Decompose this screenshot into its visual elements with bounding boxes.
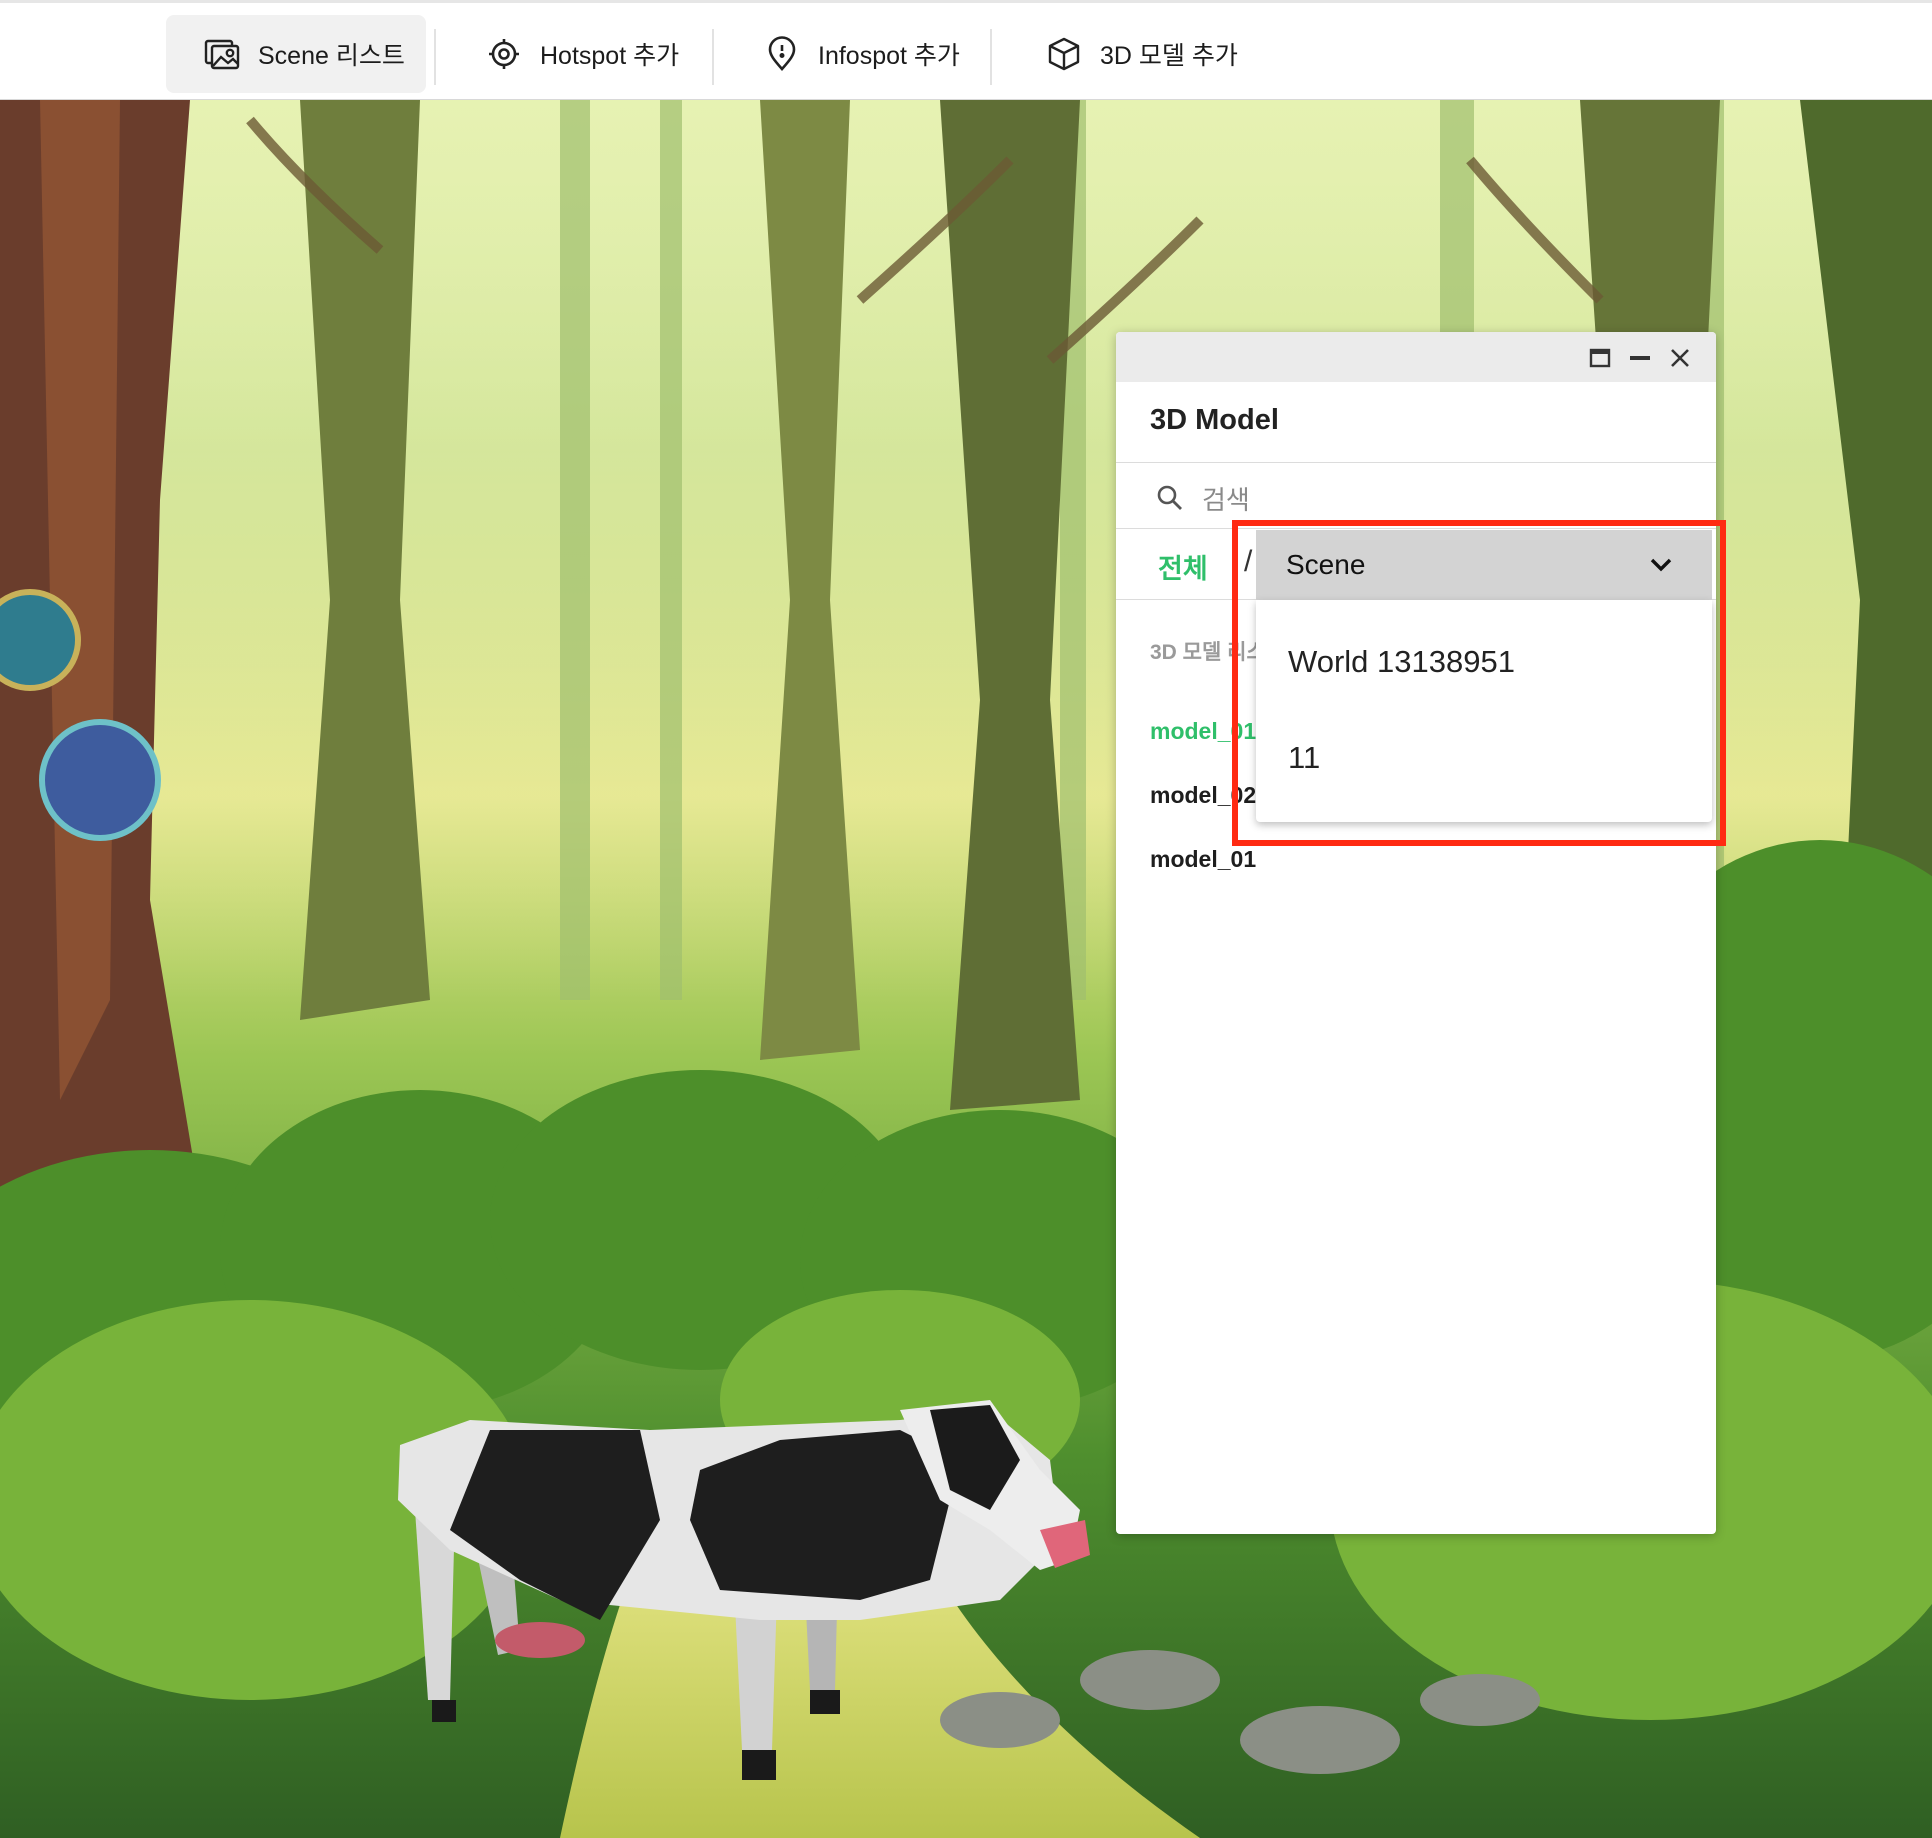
3d-model-panel: 3D Model 전체 / 3D 모델 리스트 model_01 model_0… xyxy=(1116,332,1716,1534)
minimize-icon[interactable] xyxy=(1626,344,1654,372)
scene-select[interactable]: Scene xyxy=(1256,530,1712,600)
list-item[interactable]: model_02 xyxy=(1150,782,1256,809)
scene-select-value: Scene xyxy=(1286,549,1366,580)
filter-all-link[interactable]: 전체 xyxy=(1158,547,1208,586)
breadcrumb-separator: / xyxy=(1244,545,1253,578)
toolbar-divider xyxy=(712,29,714,85)
tab-label: Infospot 추가 xyxy=(818,42,960,70)
panel-title: 3D Model xyxy=(1150,404,1279,436)
close-icon[interactable] xyxy=(1666,344,1694,372)
tab-label: Scene 리스트 xyxy=(258,42,405,70)
cube-icon xyxy=(1044,34,1084,74)
list-item[interactable]: model_01 xyxy=(1150,718,1256,745)
tab-scene-list[interactable]: Scene 리스트 xyxy=(166,15,426,93)
dropdown-option[interactable]: World 13138951 xyxy=(1288,644,1515,680)
panel-divider xyxy=(1116,462,1716,463)
scene-dropdown-menu: World 13138951 11 xyxy=(1256,600,1712,822)
tab-hotspot-add[interactable]: Hotspot 추가 xyxy=(448,15,706,93)
search-icon xyxy=(1156,484,1184,517)
maximize-icon[interactable] xyxy=(1586,344,1614,372)
toolbar-divider xyxy=(990,29,992,85)
target-icon xyxy=(484,34,524,74)
list-item[interactable]: model_01 xyxy=(1150,846,1256,873)
dropdown-option[interactable]: 11 xyxy=(1288,740,1320,776)
map-pin-icon xyxy=(762,34,802,74)
tab-label: 3D 모델 추가 xyxy=(1100,42,1238,70)
toolbar-divider xyxy=(434,29,436,85)
search-input[interactable] xyxy=(1200,483,1604,517)
top-toolbar: Scene 리스트 Hotspot 추가 Infospot 추가 3D 모델 추… xyxy=(0,0,1932,100)
tab-infospot-add[interactable]: Infospot 추가 xyxy=(726,15,988,93)
chevron-down-icon xyxy=(1648,552,1674,578)
tab-label: Hotspot 추가 xyxy=(540,42,680,70)
tab-3d-model-add[interactable]: 3D 모델 추가 xyxy=(1008,15,1266,93)
panel-titlebar[interactable] xyxy=(1116,332,1716,382)
image-list-icon xyxy=(202,34,242,74)
search-bar[interactable] xyxy=(1156,478,1604,522)
